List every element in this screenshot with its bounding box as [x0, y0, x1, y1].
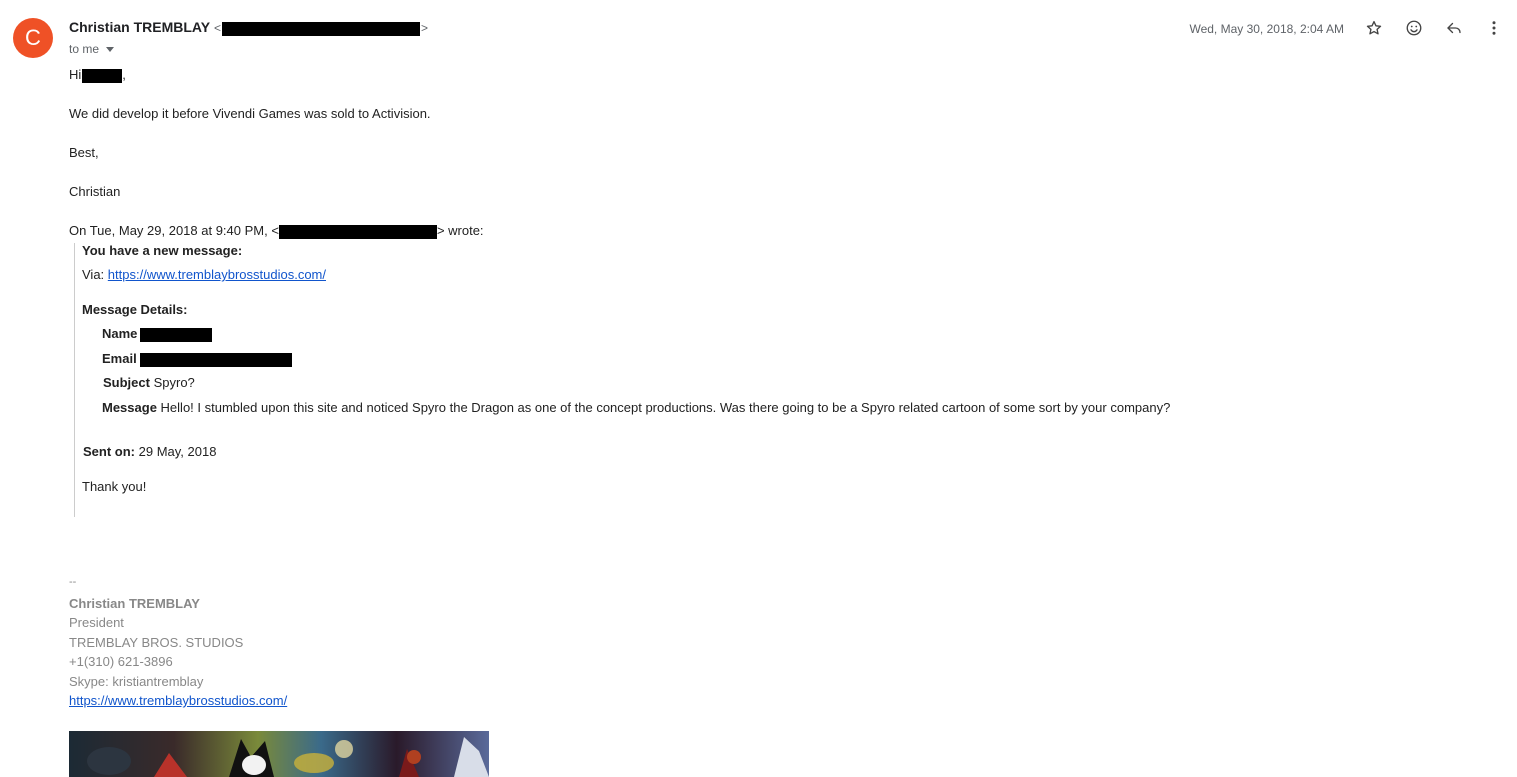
star-icon: [1366, 20, 1382, 35]
signature-skype: Skype: kristiantremblay: [69, 674, 204, 689]
signature-banner-image: [69, 731, 489, 777]
message-actions: [1362, 16, 1517, 40]
signature-company: TREMBLAY BROS. STUDIOS: [69, 635, 244, 650]
emoji-button[interactable]: [1402, 16, 1426, 40]
more-vert-icon: [1492, 21, 1496, 35]
details-heading: Message Details:: [82, 302, 188, 317]
sender-email: < >: [213, 21, 428, 36]
signature-title: President: [69, 615, 124, 630]
emoji-icon: [1406, 20, 1422, 36]
recipients-toggle[interactable]: to me: [69, 42, 115, 56]
chevron-down-icon: [106, 47, 115, 53]
quote-bar: [74, 243, 75, 517]
body-line: We did develop it before Vivendi Games w…: [69, 106, 431, 121]
message-date: Wed, May 30, 2018, 2:04 AM: [1189, 22, 1344, 36]
quote-intro: On Tue, May 29, 2018 at 9:40 PM, < > wrot…: [69, 223, 484, 239]
via-line: Via: https://www.tremblaybrosstudios.com…: [82, 267, 326, 282]
greeting: Hi,: [69, 67, 126, 83]
detail-subject: Subject Spyro?: [103, 375, 195, 390]
sender-line: Christian TREMBLAY < >: [69, 19, 428, 36]
redacted-email: [139, 352, 292, 367]
signature-link[interactable]: https://www.tremblaybrosstudios.com/: [69, 693, 287, 708]
signature-name: Christian TREMBLAY: [69, 596, 200, 611]
signoff: Christian: [69, 184, 121, 199]
via-link[interactable]: https://www.tremblaybrosstudios.com/: [108, 267, 326, 282]
reply-icon: [1447, 22, 1461, 34]
star-button[interactable]: [1362, 16, 1386, 40]
sender-name[interactable]: Christian TREMBLAY: [69, 19, 210, 35]
signature-website: https://www.tremblaybrosstudios.com/: [69, 693, 287, 708]
redacted-name: [140, 327, 213, 342]
reply-button[interactable]: [1442, 16, 1466, 40]
sent-on: Sent on: 29 May, 2018: [83, 444, 217, 459]
thanks: Thank you!: [82, 479, 147, 494]
detail-name: Name: [102, 326, 213, 342]
avatar[interactable]: C: [13, 18, 53, 58]
redacted-name: [82, 68, 123, 83]
quoted-heading: You have a new message:: [82, 243, 243, 258]
signature-phone: +1(310) 621-3896: [69, 654, 173, 669]
closing: Best,: [69, 145, 99, 160]
redacted-email: [221, 21, 420, 36]
redacted-email: [278, 224, 437, 239]
recipients-label: to me: [69, 42, 100, 56]
detail-message: Message Hello! I stumbled upon this site…: [102, 400, 1171, 415]
detail-email: Email: [102, 351, 292, 367]
more-options-button[interactable]: [1482, 16, 1506, 40]
signature-separator: --: [69, 576, 77, 588]
